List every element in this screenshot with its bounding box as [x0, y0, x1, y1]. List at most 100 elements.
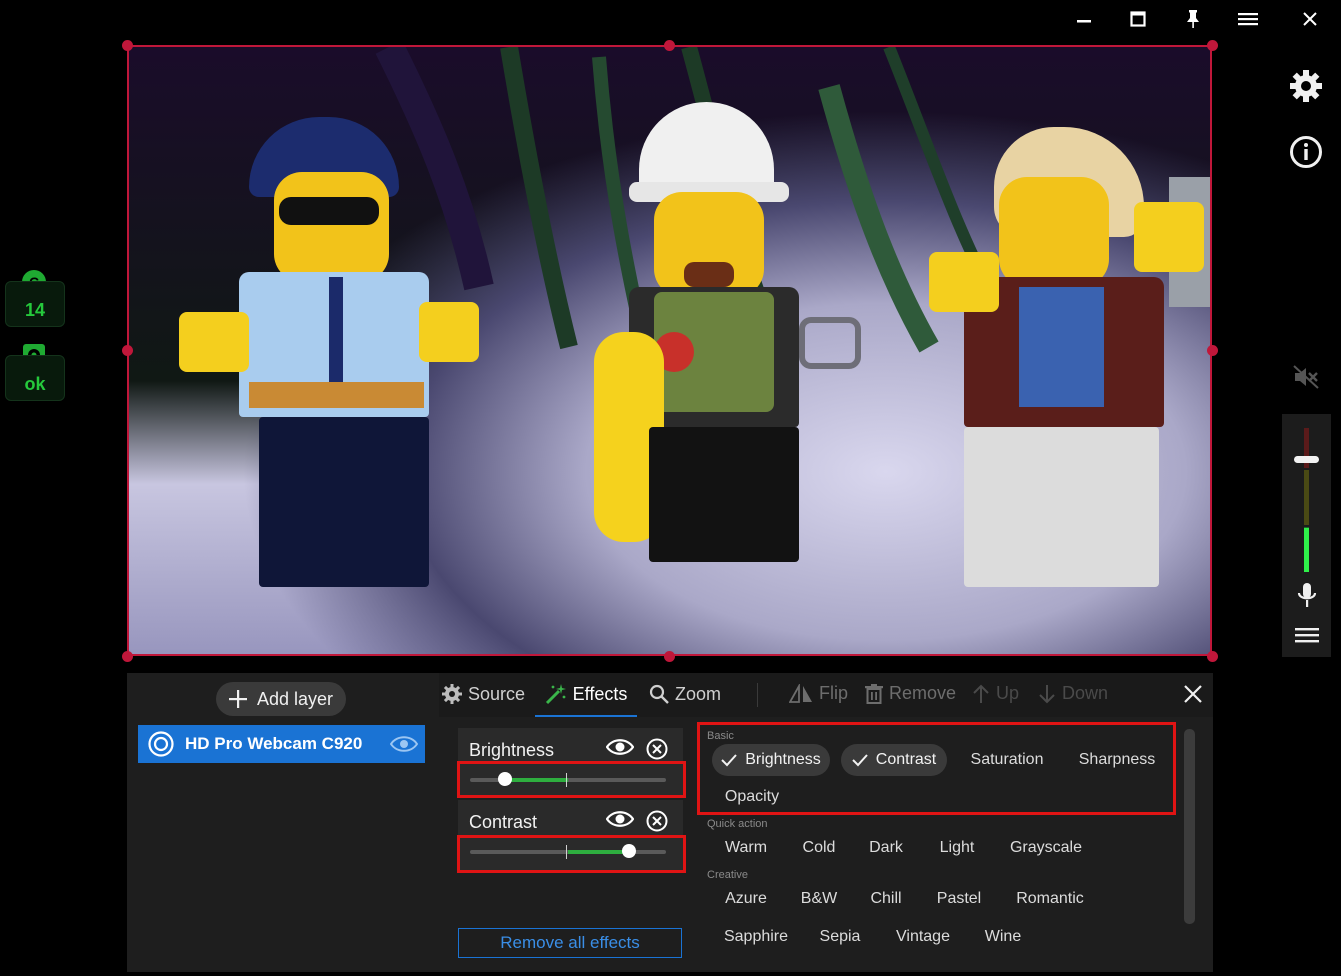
hamburger-icon — [1238, 13, 1258, 26]
effect-chip-azure[interactable]: Azure — [712, 883, 780, 915]
tab-zoom-label: Zoom — [675, 683, 722, 704]
add-layer-button[interactable]: Add layer — [216, 682, 346, 716]
hamburger-icon — [1295, 628, 1319, 643]
firefighter-figure — [584, 102, 874, 562]
remove-label: Remove — [889, 683, 957, 703]
tab-effects-label: Effects — [572, 683, 628, 704]
effect-chip-sepia[interactable]: Sepia — [805, 921, 875, 953]
volume-slider-knob[interactable] — [1294, 456, 1319, 463]
effect-title: Contrast — [469, 812, 538, 832]
close-panel-button[interactable] — [1182, 683, 1204, 705]
effect-title: Brightness — [469, 740, 555, 760]
audio-menu-button[interactable] — [1295, 626, 1319, 644]
speaker-mute-icon — [1293, 365, 1319, 389]
minimize-button[interactable] — [1068, 6, 1100, 32]
remove-effect-icon[interactable] — [646, 738, 668, 760]
microphone-button[interactable] — [1295, 582, 1319, 610]
info-icon — [1290, 136, 1322, 168]
tab-source[interactable]: Source — [442, 673, 525, 715]
resize-handle-left[interactable] — [122, 345, 133, 356]
counter-value: 14 — [24, 300, 46, 320]
chip-label: Azure — [725, 890, 767, 907]
pin-button[interactable] — [1177, 6, 1209, 32]
panel-tabs: Source Effects Zoom Flip Remove Up Down — [439, 673, 1213, 718]
effect-chip-warm[interactable]: Warm — [712, 832, 780, 864]
effect-chip-cold[interactable]: Cold — [789, 832, 849, 864]
maximize-button[interactable] — [1122, 6, 1154, 32]
speaker-mute-button[interactable] — [1292, 364, 1320, 390]
tab-divider — [757, 683, 758, 707]
resize-handle-bottom-right[interactable] — [1207, 651, 1218, 662]
chip-label: Pastel — [936, 890, 982, 907]
chip-label: B&W — [800, 890, 838, 907]
resize-handle-top-right[interactable] — [1207, 40, 1218, 51]
effect-chip-dark[interactable]: Dark — [856, 832, 916, 864]
tab-source-label: Source — [468, 683, 526, 704]
health-status: ok — [5, 355, 65, 401]
effect-chip-pastel[interactable]: Pastel — [925, 883, 993, 915]
remove-layer-button[interactable]: Remove — [865, 683, 956, 704]
layer-visibility-eye-icon[interactable] — [390, 735, 418, 753]
up-label: Up — [996, 683, 1020, 703]
maximize-icon — [1130, 11, 1146, 27]
chip-label: Vintage — [896, 928, 950, 945]
down-label: Down — [1062, 683, 1109, 703]
microphone-icon — [1297, 583, 1317, 607]
chip-label: Grayscale — [1009, 839, 1083, 856]
tab-effects[interactable]: Effects — [535, 673, 637, 718]
resize-handle-top[interactable] — [664, 40, 675, 51]
flip-icon — [789, 683, 812, 703]
gear-icon — [1290, 70, 1322, 102]
menu-button[interactable] — [1232, 6, 1264, 32]
arrow-down-icon — [1039, 684, 1055, 703]
flip-button[interactable]: Flip — [789, 683, 848, 704]
effect-chip-vintage[interactable]: Vintage — [879, 921, 967, 953]
meter-yellow-zone — [1304, 470, 1309, 525]
layers-column: Add layer HD Pro Webcam C920 — [127, 673, 432, 972]
flip-label: Flip — [819, 683, 849, 703]
minimize-icon — [1077, 20, 1091, 23]
chip-label: Chill — [870, 890, 902, 907]
effect-chip-romantic[interactable]: Romantic — [1005, 883, 1095, 915]
eye-icon[interactable] — [606, 810, 634, 828]
resize-handle-right[interactable] — [1207, 345, 1218, 356]
chip-label: Dark — [869, 839, 903, 856]
resize-handle-bottom-left[interactable] — [122, 651, 133, 662]
plus-icon — [228, 690, 247, 708]
magnifier-icon — [649, 684, 669, 704]
health-value: ok — [24, 374, 46, 394]
effect-chip-chill[interactable]: Chill — [856, 883, 916, 915]
effect-chip-sapphire[interactable]: Sapphire — [712, 921, 800, 953]
chip-label: Wine — [984, 928, 1022, 945]
layer-panel: Add layer HD Pro Webcam C920 Source Effe… — [127, 673, 1213, 972]
chip-label: Light — [939, 839, 975, 856]
magic-wand-icon — [545, 684, 566, 705]
settings-button[interactable] — [1286, 66, 1326, 106]
move-down-button[interactable]: Down — [1038, 683, 1108, 704]
pin-icon — [1187, 10, 1199, 28]
effect-chip-light[interactable]: Light — [925, 832, 989, 864]
effect-chip-wine[interactable]: Wine — [971, 921, 1035, 953]
meter-level — [1304, 528, 1309, 572]
category-quick-label: Quick action — [707, 818, 768, 830]
resize-handle-bottom[interactable] — [664, 651, 675, 662]
move-up-button[interactable]: Up — [972, 683, 1019, 704]
effect-chip-bw[interactable]: B&W — [789, 883, 849, 915]
add-layer-label: Add layer — [256, 688, 334, 709]
audio-meter — [1282, 414, 1331, 657]
effect-chip-grayscale[interactable]: Grayscale — [999, 832, 1093, 864]
tab-zoom[interactable]: Zoom — [649, 673, 721, 715]
close-window-button[interactable] — [1294, 6, 1326, 32]
chip-label: Cold — [802, 839, 836, 856]
remove-effect-icon[interactable] — [646, 810, 668, 832]
highlight-basic-effects — [697, 722, 1176, 815]
layer-item-webcam[interactable]: HD Pro Webcam C920 — [138, 725, 425, 763]
catalog-scrollbar[interactable] — [1184, 729, 1195, 924]
resize-handle-top-left[interactable] — [122, 40, 133, 51]
video-preview[interactable] — [127, 45, 1212, 656]
police-figure — [179, 117, 479, 587]
remove-all-effects-button[interactable]: Remove all effects — [458, 928, 682, 958]
eye-icon[interactable] — [606, 738, 634, 756]
close-icon — [1303, 12, 1317, 26]
info-button[interactable] — [1286, 132, 1326, 172]
